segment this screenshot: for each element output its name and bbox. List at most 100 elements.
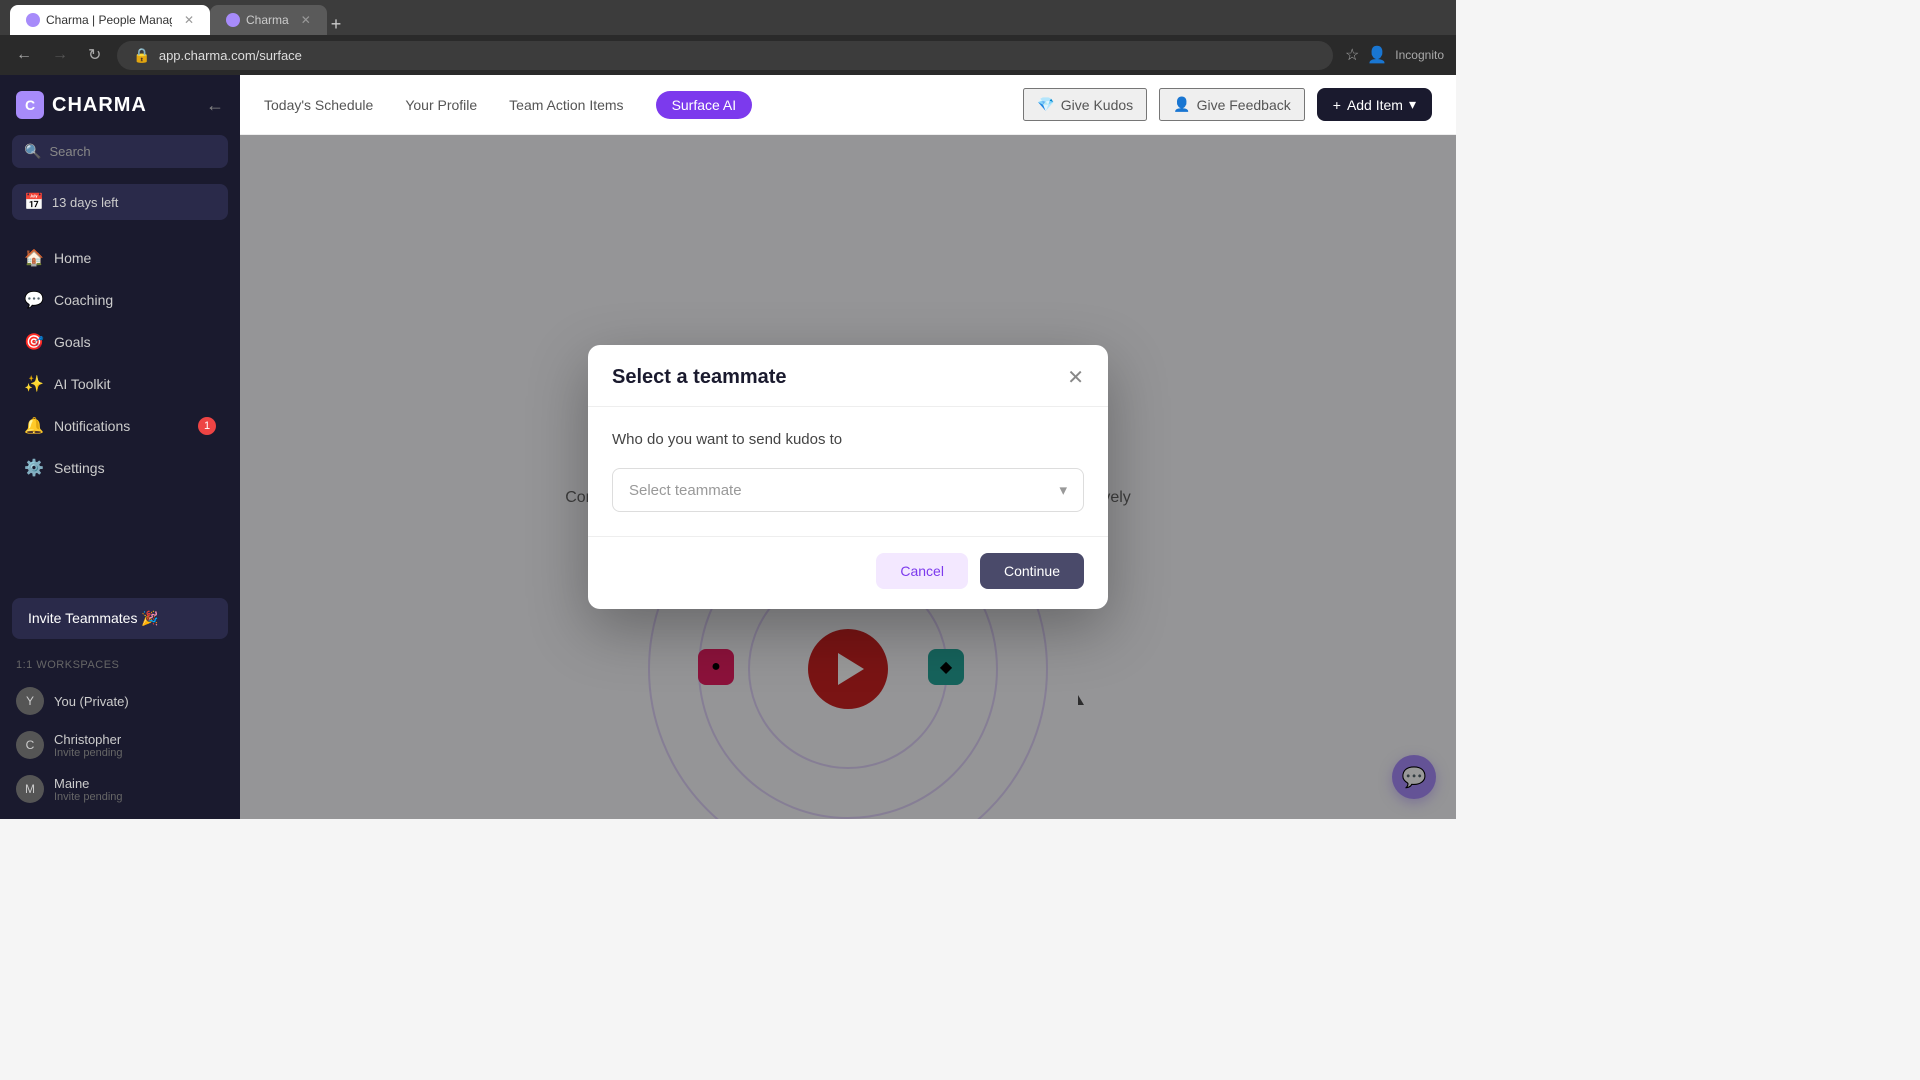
sidebar-item-settings[interactable]: ⚙️ Settings	[8, 448, 232, 488]
modal-footer: Cancel Continue	[588, 536, 1108, 609]
search-box[interactable]: 🔍 Search	[12, 135, 228, 168]
tab-label: Charma | People Management ...	[46, 13, 172, 27]
invite-teammates-label: Invite Teammates 🎉	[28, 610, 159, 627]
modal-title: Select a teammate	[612, 366, 787, 389]
bookmark-button[interactable]: ☆	[1345, 45, 1359, 65]
sidebar-nav: 🏠 Home 💬 Coaching 🎯 Goals ✨ AI Toolkit 🔔…	[0, 228, 240, 586]
top-nav: Today's Schedule Your Profile Team Actio…	[240, 75, 1456, 135]
give-feedback-label: Give Feedback	[1197, 97, 1291, 113]
tab-close-btn[interactable]: ✕	[184, 13, 194, 27]
add-item-label: Add Item	[1347, 97, 1403, 113]
workspace-item-christopher[interactable]: C Christopher Invite pending	[16, 723, 224, 767]
forward-button[interactable]: →	[48, 42, 72, 68]
add-item-icon: +	[1333, 97, 1341, 113]
workspaces-section: 1:1 Workspaces Y You (Private) C Christo…	[0, 651, 240, 819]
logo: C CHARMA	[16, 91, 147, 119]
workspace-sub-christopher: Invite pending	[54, 747, 123, 759]
nav-your-profile[interactable]: Your Profile	[405, 93, 477, 117]
sidebar-item-ai-toolkit[interactable]: ✨ AI Toolkit	[8, 364, 232, 404]
add-item-button[interactable]: + Add Item ▾	[1317, 88, 1432, 121]
nav-surface-ai[interactable]: Surface AI	[656, 91, 753, 119]
days-left-text: 13 days left	[52, 195, 119, 210]
days-icon: 📅	[24, 192, 44, 212]
teammate-select-placeholder: Select teammate	[629, 482, 742, 499]
tab-favicon	[26, 13, 40, 27]
url-text: app.charma.com/surface	[159, 48, 302, 63]
sidebar-item-settings-label: Settings	[54, 460, 105, 476]
give-kudos-button[interactable]: 💎 Give Kudos	[1023, 88, 1147, 121]
main-content: Today's Schedule Your Profile Team Actio…	[240, 75, 1456, 819]
workspace-name-christopher: Christopher	[54, 732, 123, 747]
incognito-label: Incognito	[1395, 48, 1444, 62]
modal-question: Who do you want to send kudos to	[612, 431, 1084, 448]
logo-text: CHARMA	[52, 94, 147, 117]
browser-actions: ☆ 👤 Incognito	[1345, 45, 1444, 65]
back-button[interactable]: ←	[12, 42, 36, 68]
sidebar-item-home-label: Home	[54, 250, 91, 266]
workspaces-label: 1:1 Workspaces	[16, 659, 224, 671]
give-feedback-button[interactable]: 👤 Give Feedback	[1159, 88, 1305, 121]
give-kudos-label: Give Kudos	[1061, 97, 1133, 113]
workspace-avatar-christopher: C	[16, 731, 44, 759]
nav-team-action-items[interactable]: Team Action Items	[509, 93, 623, 117]
active-tab[interactable]: Charma | People Management ... ✕	[10, 5, 210, 35]
sidebar-item-coaching[interactable]: 💬 Coaching	[8, 280, 232, 320]
profile-button[interactable]: 👤	[1367, 45, 1387, 65]
logo-icon: C	[16, 91, 44, 119]
sidebar-item-home[interactable]: 🏠 Home	[8, 238, 232, 278]
app-container: C CHARMA ← 🔍 Search 📅 13 days left 🏠 Hom…	[0, 75, 1456, 819]
goals-icon: 🎯	[24, 332, 44, 352]
tab2-close-btn[interactable]: ✕	[301, 13, 311, 27]
continue-button[interactable]: Continue	[980, 553, 1084, 589]
sidebar-collapse-button[interactable]: ←	[206, 95, 224, 116]
sidebar-header: C CHARMA ←	[0, 75, 240, 135]
sidebar-item-goals[interactable]: 🎯 Goals	[8, 322, 232, 362]
sidebar-item-notifications-label: Notifications	[54, 418, 130, 434]
days-left-badge: 📅 13 days left	[12, 184, 228, 220]
workspace-item-private[interactable]: Y You (Private)	[16, 679, 224, 723]
teammate-select-dropdown[interactable]: Select teammate ▾	[612, 468, 1084, 512]
select-teammate-modal: Select a teammate ✕ Who do you want to s…	[588, 345, 1108, 609]
search-icon: 🔍	[24, 143, 41, 160]
sidebar-item-ai-toolkit-label: AI Toolkit	[54, 376, 111, 392]
workspace-sub-maine: Invite pending	[54, 791, 123, 803]
new-tab-button[interactable]: +	[331, 14, 342, 35]
sidebar-item-coaching-label: Coaching	[54, 292, 113, 308]
tab2-favicon	[226, 13, 240, 27]
page-content: Welcome to SurfaceAI Connect integration…	[240, 135, 1456, 819]
url-bar[interactable]: 🔒 app.charma.com/surface	[117, 41, 1333, 70]
workspace-name-maine: Maine	[54, 776, 123, 791]
dropdown-chevron-icon: ▾	[1059, 481, 1067, 499]
modal-close-button[interactable]: ✕	[1067, 365, 1084, 390]
sidebar-item-notifications[interactable]: 🔔 Notifications 1	[8, 406, 232, 446]
browser-tabs: Charma | People Management ... ✕ Charma …	[10, 0, 341, 35]
give-feedback-icon: 👤	[1173, 96, 1190, 113]
sidebar: C CHARMA ← 🔍 Search 📅 13 days left 🏠 Hom…	[0, 75, 240, 819]
modal-body: Who do you want to send kudos to Select …	[588, 407, 1108, 536]
sidebar-item-goals-label: Goals	[54, 334, 91, 350]
cancel-button[interactable]: Cancel	[876, 553, 968, 589]
invite-teammates-button[interactable]: Invite Teammates 🎉	[12, 598, 228, 639]
reload-button[interactable]: ↻	[84, 41, 105, 69]
modal-overlay: Select a teammate ✕ Who do you want to s…	[240, 135, 1456, 819]
sidebar-search: 🔍 Search	[12, 135, 228, 168]
settings-icon: ⚙️	[24, 458, 44, 478]
address-bar: ← → ↻ 🔒 app.charma.com/surface ☆ 👤 Incog…	[0, 35, 1456, 75]
inactive-tab[interactable]: Charma ✕	[210, 5, 327, 35]
workspace-item-maine[interactable]: M Maine Invite pending	[16, 767, 224, 811]
give-kudos-icon: 💎	[1037, 96, 1054, 113]
notifications-badge: 1	[198, 417, 216, 435]
home-icon: 🏠	[24, 248, 44, 268]
tab2-label: Charma	[246, 13, 289, 27]
nav-todays-schedule[interactable]: Today's Schedule	[264, 93, 373, 117]
notifications-icon: 🔔	[24, 416, 44, 436]
add-item-chevron: ▾	[1409, 96, 1416, 113]
ai-toolkit-icon: ✨	[24, 374, 44, 394]
workspace-avatar-maine: M	[16, 775, 44, 803]
top-nav-actions: 💎 Give Kudos 👤 Give Feedback + Add Item …	[1023, 88, 1432, 121]
modal-header: Select a teammate ✕	[588, 345, 1108, 407]
browser-chrome: Charma | People Management ... ✕ Charma …	[0, 0, 1456, 35]
workspace-avatar-private: Y	[16, 687, 44, 715]
coaching-icon: 💬	[24, 290, 44, 310]
search-placeholder: Search	[49, 144, 90, 159]
